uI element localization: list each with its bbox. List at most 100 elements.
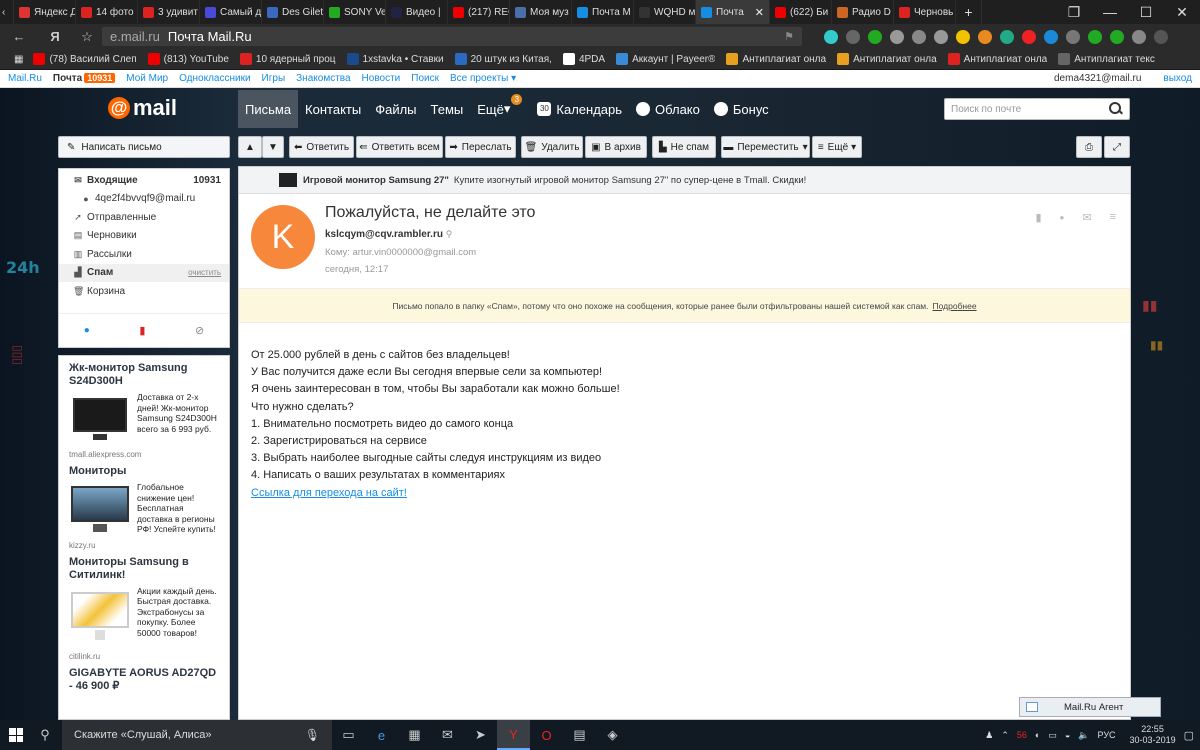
more-button[interactable]: ≡ Ещё ▾ [812, 136, 862, 158]
yandex-browser-icon[interactable]: Y [497, 720, 530, 750]
tray-icon[interactable]: ◐ [1035, 730, 1040, 740]
nav-cloud[interactable]: Облако [629, 90, 707, 128]
start-button[interactable] [0, 728, 32, 742]
task-view-icon[interactable]: ▭ [332, 720, 365, 750]
body-link[interactable]: Ссылка для перехода на сайт! [251, 487, 407, 499]
folder-inbox[interactable]: ✉ Входящие 10931 [59, 171, 229, 190]
volume-icon[interactable]: 🔈 [1078, 730, 1089, 741]
nav-more[interactable]: Ещё ▾ 3 [470, 90, 524, 128]
link-my-world[interactable]: Мой Мир [126, 73, 168, 84]
extension-icon[interactable] [1088, 29, 1102, 44]
browser-tab[interactable]: Радио D [832, 0, 894, 24]
nav-contacts[interactable]: Контакты [298, 90, 368, 128]
nav-bonus[interactable]: Бонус [707, 90, 776, 128]
download-arrow-icon[interactable] [1132, 29, 1146, 44]
video-editor-icon[interactable]: ▤ [563, 720, 596, 750]
battery-icon[interactable]: ▭ [1048, 730, 1057, 741]
mail-logo[interactable]: @ mail [108, 95, 177, 121]
link-all-projects[interactable]: Все проекты ▾ [450, 73, 516, 84]
notifications-icon[interactable]: ▢ [1184, 729, 1194, 742]
print-button[interactable]: ⎙ [1076, 136, 1102, 158]
network-icon[interactable]: ◒ [1065, 730, 1070, 740]
ad-banner[interactable]: Игровой монитор Samsung 27" Купите изогн… [239, 167, 1130, 194]
bookmark-flag-icon[interactable]: ⚑ [784, 30, 794, 43]
envelope-icon[interactable]: ✉ [1082, 211, 1091, 224]
bookmark-item[interactable]: 20 штук из Китая, [454, 53, 552, 65]
browser-tab[interactable]: 14 фото [76, 0, 138, 24]
not-spam-button[interactable]: ▙ Не спам [652, 136, 716, 158]
link-mail[interactable]: Почта 10931 [53, 73, 116, 84]
store-icon[interactable]: ▦ [398, 720, 431, 750]
link-search[interactable]: Поиск [411, 73, 439, 84]
link-games[interactable]: Игры [262, 73, 286, 84]
unread-dot-icon[interactable]: ● [1060, 211, 1065, 224]
tray-badge[interactable]: 56 [1017, 730, 1027, 740]
search-input[interactable]: Поиск по почте [944, 98, 1130, 120]
browser-tab[interactable]: (622) Би [770, 0, 832, 24]
download-icon[interactable] [868, 29, 882, 44]
flag-icon[interactable]: ▮ [1035, 211, 1041, 224]
unread-filter-icon[interactable]: ● [84, 325, 90, 336]
logout-link[interactable]: выход [1163, 73, 1192, 84]
apps-icon[interactable]: ▦ [14, 54, 23, 65]
flag-filter-icon[interactable]: ▮ [139, 324, 145, 337]
bookmark-item[interactable]: (78) Василий Слеп [33, 53, 137, 65]
bookmark-item[interactable]: (813) YouTube [147, 53, 229, 65]
folder-inbox-sub[interactable]: ● 4qe2f4bvvqf9@mail.ru [59, 190, 229, 209]
extension-icon[interactable] [1066, 29, 1080, 44]
person-icon[interactable]: ♟ [985, 730, 993, 741]
ad-item[interactable]: Мониторы Samsung в Ситилинк! Акции кажды… [59, 550, 229, 661]
clock[interactable]: 22:55 30-03-2019 [1130, 724, 1176, 746]
close-tab-icon[interactable]: ✕ [755, 6, 764, 19]
browser-tab[interactable]: Моя муз [510, 0, 572, 24]
sender-address[interactable]: kslcqym@cqv.rambler.ru ⚲ [325, 229, 452, 240]
spam-more-link[interactable]: Подробнее [933, 301, 977, 311]
extension-icon[interactable] [1110, 29, 1124, 44]
language-indicator[interactable]: РУС [1098, 730, 1116, 740]
browser-tab[interactable]: WQHD м [634, 0, 696, 24]
back-icon[interactable]: ← [10, 29, 28, 44]
extension-icon[interactable] [1022, 29, 1036, 44]
maximize-icon[interactable]: ☐ [1128, 4, 1164, 21]
app-icon[interactable]: ◈ [596, 720, 629, 750]
folder-trash[interactable]: 🗑 Корзина [59, 282, 229, 301]
shield-icon[interactable] [1000, 29, 1014, 44]
browser-tab[interactable]: SONY Ve [324, 0, 386, 24]
browser-tab[interactable]: Яндекс Д [14, 0, 76, 24]
folder-newsletters[interactable]: ▥ Рассылки [59, 245, 229, 264]
prev-message-button[interactable]: ▲ [238, 136, 262, 158]
delete-button[interactable]: 🗑 Удалить [521, 136, 583, 158]
folder-drafts[interactable]: ▤ Черновики [59, 227, 229, 246]
folder-spam[interactable]: ▟ Спам очистить [59, 263, 229, 282]
browser-tab[interactable]: Самый д [200, 0, 262, 24]
forward-button[interactable]: ➡ Переслать [445, 136, 516, 158]
yandex-logo-icon[interactable]: Я [46, 29, 64, 44]
nav-letters[interactable]: Письма [238, 90, 299, 128]
next-message-button[interactable]: ▼ [262, 136, 284, 158]
search-icon[interactable]: ⚲ [32, 720, 58, 750]
taskbar-search[interactable]: Скажите «Слушай, Алиса» 🎙 [62, 720, 332, 750]
bookmark-item[interactable]: Антиплагиат онла [947, 53, 1047, 65]
link-mailru[interactable]: Mail.Ru [8, 73, 42, 84]
bookmark-item[interactable]: Антиплагиат текс [1058, 53, 1155, 65]
menu-icon[interactable] [1154, 29, 1168, 44]
browser-tab[interactable]: Des Gilet [262, 0, 324, 24]
mail-icon[interactable]: ✉ [431, 720, 464, 750]
ad-item[interactable]: Мониторы Глобальное снижение цен! Беспла… [59, 459, 229, 550]
bookmark-item[interactable]: Антиплагиат онла [726, 53, 826, 65]
bookmark-item[interactable]: Антиплагиат онла [837, 53, 937, 65]
opera-icon[interactable]: O [530, 720, 563, 750]
nav-themes[interactable]: Темы [424, 90, 471, 128]
compose-button[interactable]: ✎ Написать письмо [58, 136, 230, 158]
microphone-icon[interactable]: 🎙 [305, 728, 320, 742]
new-tab-button[interactable]: + [956, 0, 982, 24]
close-window-icon[interactable]: ✕ [1164, 4, 1200, 21]
browser-tab[interactable]: 3 удивит [138, 0, 200, 24]
ad-item[interactable]: GIGABYTE AORUS AD27QD - 46 900 ₽ [59, 661, 229, 693]
attachment-filter-icon[interactable]: ⊘ [195, 324, 204, 337]
nav-files[interactable]: Файлы [368, 90, 423, 128]
clean-spam-link[interactable]: очистить [188, 268, 221, 277]
extension-icon[interactable] [846, 29, 860, 44]
chevron-up-icon[interactable]: ⌃ [1001, 730, 1009, 741]
link-ok[interactable]: Одноклассники [179, 73, 250, 84]
